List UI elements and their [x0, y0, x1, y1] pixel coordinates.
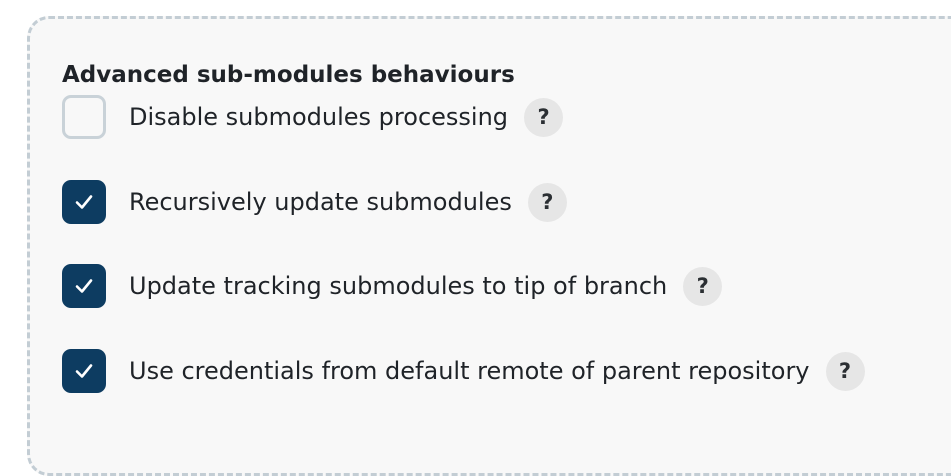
check-icon — [75, 279, 93, 293]
parent-credentials-checkbox[interactable] — [62, 349, 106, 393]
option-tracking-submodules: Update tracking submodules to tip of bra… — [62, 264, 723, 308]
parent-credentials-label[interactable]: Use credentials from default remote of p… — [129, 356, 810, 386]
help-icon[interactable]: ? — [825, 351, 865, 391]
help-icon[interactable]: ? — [527, 182, 567, 222]
disable-submodules-checkbox[interactable] — [62, 95, 106, 139]
option-recursive-update: Recursively update submodules ? — [62, 180, 567, 224]
section-title: Advanced sub-modules behaviours — [62, 62, 515, 88]
tracking-submodules-checkbox[interactable] — [62, 264, 106, 308]
disable-submodules-label[interactable]: Disable submodules processing — [129, 102, 508, 132]
option-parent-credentials: Use credentials from default remote of p… — [62, 349, 865, 393]
recursive-update-checkbox[interactable] — [62, 180, 106, 224]
help-icon[interactable]: ? — [524, 97, 564, 137]
option-disable-submodules: Disable submodules processing ? — [62, 95, 564, 139]
check-icon — [75, 364, 93, 378]
check-icon — [75, 195, 93, 209]
recursive-update-label[interactable]: Recursively update submodules — [129, 187, 512, 217]
tracking-submodules-label[interactable]: Update tracking submodules to tip of bra… — [129, 271, 667, 301]
help-icon[interactable]: ? — [683, 266, 723, 306]
